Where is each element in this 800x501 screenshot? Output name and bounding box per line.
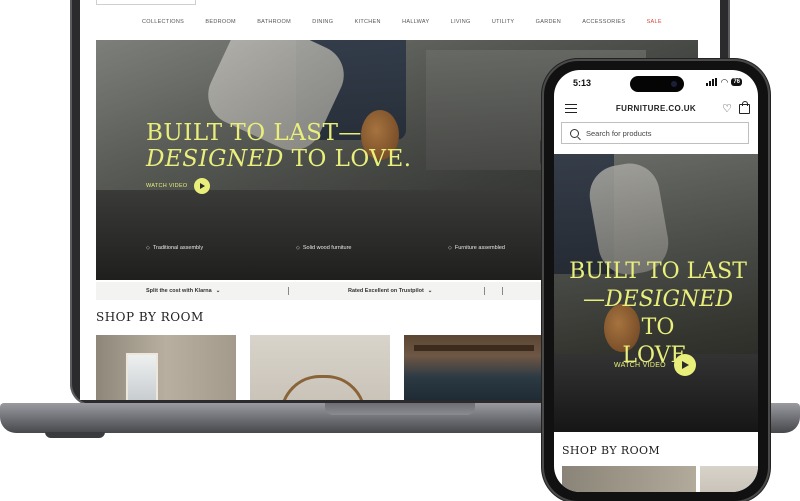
watch-video-label: WATCH VIDEO — [146, 183, 188, 189]
phone-screen: 5:13 ◠ 76 FURNITURE.CO.UK ♡ Search for p… — [554, 70, 758, 492]
nav-dining[interactable]: DINING — [312, 19, 333, 25]
nav-accessories[interactable]: ACCESSORIES — [582, 19, 625, 25]
room-card-kitchen[interactable] — [404, 335, 544, 400]
bag-icon[interactable] — [739, 101, 750, 114]
check-icon: ◇ — [296, 245, 300, 251]
play-icon[interactable] — [193, 178, 210, 194]
hero-line2-rest: TO LOVE. — [283, 146, 412, 172]
room-card-hallway[interactable] — [250, 335, 390, 400]
trustpilot-label: Rated Excellent on Trustpilot — [348, 288, 424, 294]
wifi-icon: ◠ — [720, 77, 729, 87]
hero-line1: BUILT TO LAST— — [146, 120, 362, 146]
watch-video-button[interactable]: WATCH VIDEO — [146, 178, 210, 194]
nav-kitchen[interactable]: KITCHEN — [355, 19, 381, 25]
main-nav: COLLECTIONS BEDROOM BATHROOM DINING KITC… — [142, 17, 662, 27]
battery-icon: 76 — [731, 78, 742, 86]
usp-label: Solid wood furniture — [302, 245, 352, 251]
status-icons: ◠ 76 — [706, 77, 742, 87]
shop-by-room-title: SHOP BY ROOM — [96, 310, 204, 324]
mobile-room-card[interactable] — [700, 466, 758, 492]
check-icon: ◇ — [146, 245, 150, 251]
mobile-room-card[interactable] — [562, 466, 696, 492]
usp-traditional-assembly: ◇ Traditional assembly — [146, 245, 203, 251]
play-icon[interactable] — [673, 354, 696, 376]
signal-icon — [706, 78, 718, 86]
laptop-foot — [45, 432, 105, 438]
klarna-label: Split the cost with Klarna — [146, 288, 212, 294]
nav-bathroom[interactable]: BATHROOM — [257, 19, 291, 25]
hero-line2-rest: TO — [641, 315, 675, 340]
nav-living[interactable]: LIVING — [451, 19, 471, 25]
dynamic-island — [630, 76, 684, 92]
nav-hallway[interactable]: HALLWAY — [402, 19, 429, 25]
nav-collections[interactable]: COLLECTIONS — [142, 19, 184, 25]
window-image — [126, 353, 158, 400]
search-icon — [570, 128, 579, 138]
status-time: 5:13 — [573, 78, 592, 88]
mobile-watch-video-button[interactable]: WATCH VIDEO — [614, 354, 696, 376]
divider — [288, 287, 289, 295]
site-logo[interactable] — [96, 0, 196, 5]
chevron-down-icon: ⌄ — [215, 288, 221, 294]
heart-icon[interactable]: ♡ — [722, 102, 732, 115]
hero-headline: BUILT TO LAST— DESIGNED TO LOVE. — [146, 120, 412, 172]
phone-frame: 5:13 ◠ 76 FURNITURE.CO.UK ♡ Search for p… — [544, 61, 768, 501]
search-input[interactable]: Search for products — [561, 122, 749, 144]
chevron-down-icon: ⌄ — [427, 288, 433, 294]
nav-utility[interactable]: UTILITY — [492, 19, 515, 25]
nav-sale[interactable]: SALE — [647, 19, 662, 25]
divider — [484, 287, 485, 295]
check-icon: ◇ — [448, 245, 452, 251]
mirror-image — [280, 375, 366, 400]
nav-garden[interactable]: GARDEN — [536, 19, 561, 25]
nav-bedroom[interactable]: BEDROOM — [205, 19, 236, 25]
klarna-info[interactable]: Split the cost with Klarna ⌄ — [146, 288, 220, 294]
laptop-notch — [325, 403, 475, 415]
room-card-living[interactable] — [96, 335, 236, 400]
search-placeholder: Search for products — [586, 128, 652, 138]
mobile-hero-banner: BUILT TO LAST —DESIGNED TO LOVE. WATCH V… — [554, 154, 758, 432]
hero-line2-italic: DESIGNED — [146, 146, 284, 172]
mobile-shop-by-room-title: SHOP BY ROOM — [562, 444, 661, 457]
hero-line2-italic: —DESIGNED — [583, 287, 733, 312]
usp-label: Furniture assembled — [454, 245, 505, 251]
usp-label: Traditional assembly — [152, 245, 204, 251]
watch-video-label: WATCH VIDEO — [614, 361, 666, 369]
usp-solid-wood: ◇ Solid wood furniture — [296, 245, 351, 251]
hero-line1: BUILT TO LAST — [569, 259, 747, 284]
trustpilot-info[interactable]: Rated Excellent on Trustpilot ⌄ — [348, 288, 432, 294]
divider — [502, 287, 503, 295]
mobile-header: FURNITURE.CO.UK ♡ — [554, 98, 758, 118]
shelf-image — [414, 345, 534, 351]
usp-furniture-assembled: ◇ Furniture assembled — [448, 245, 505, 251]
